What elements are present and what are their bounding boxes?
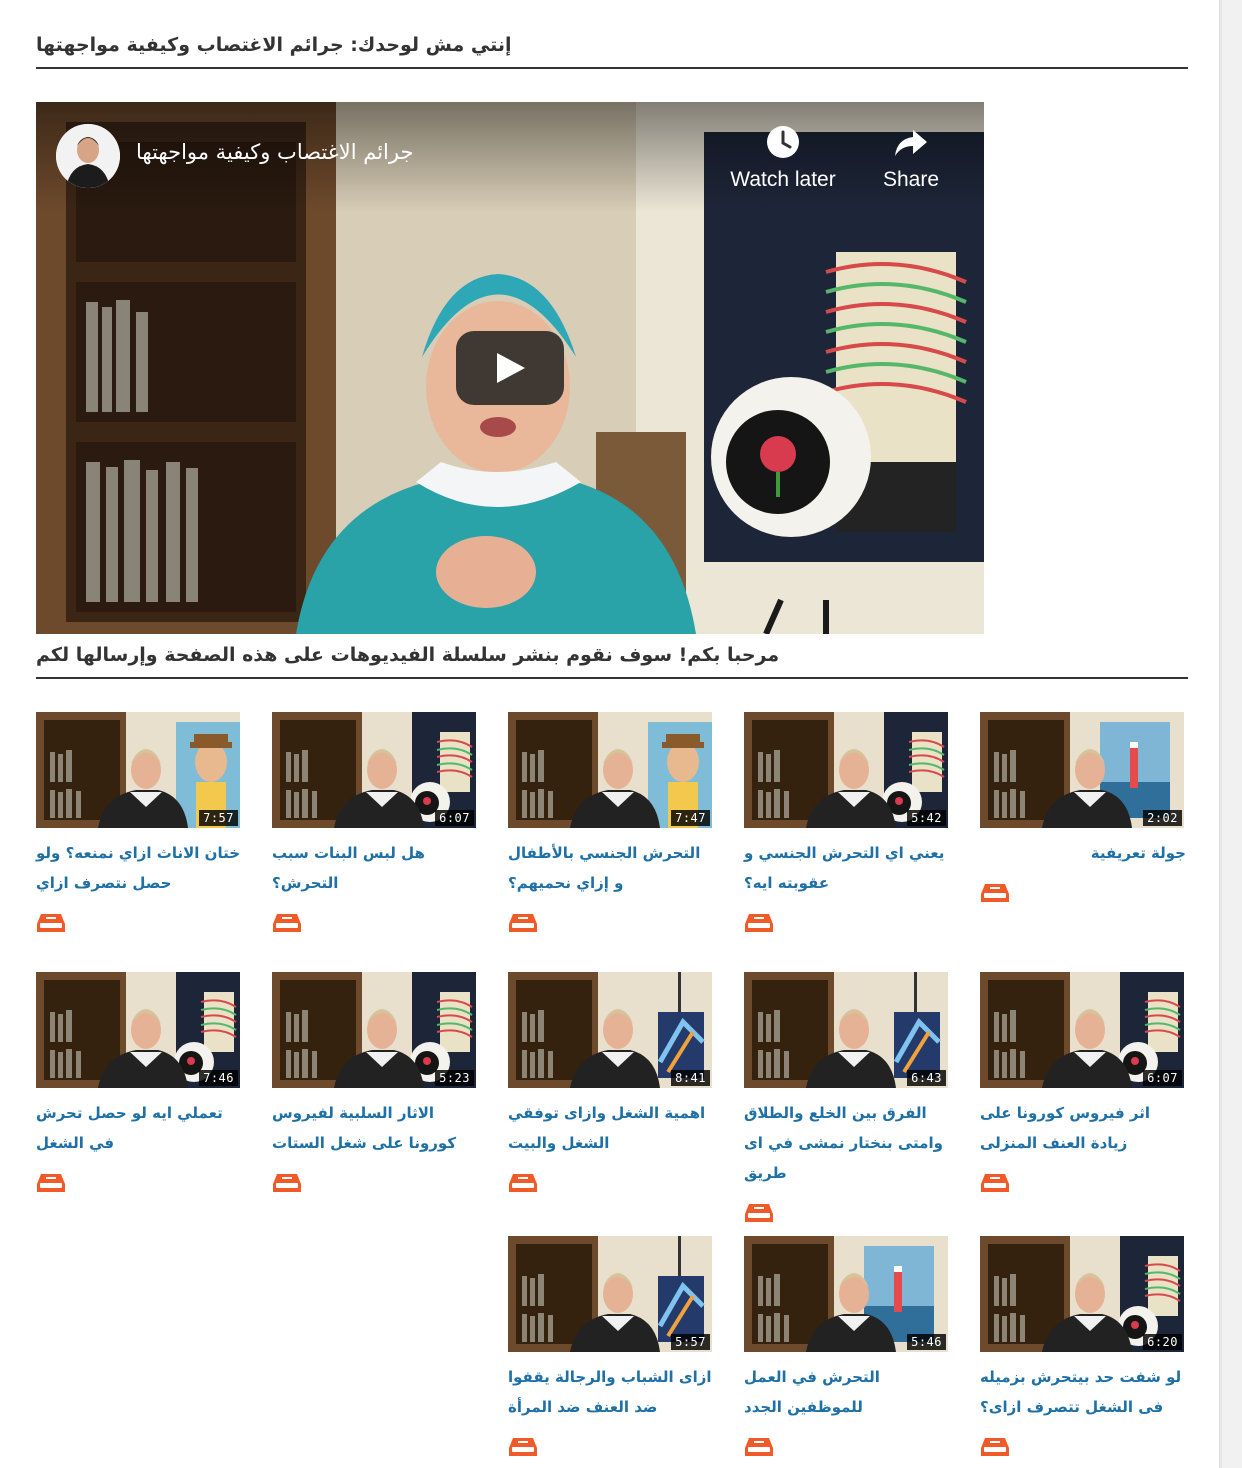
video-thumbnail[interactable]: 7:47 (508, 712, 712, 828)
inbox-icon[interactable] (36, 1172, 66, 1194)
video-thumbnail[interactable]: 7:57 (36, 712, 240, 828)
video-card[interactable]: 7:47 التحرش الجنسي بالأطفال و إزاي نحميهم… (508, 712, 714, 934)
video-thumbnail[interactable]: 8:41 (508, 972, 712, 1088)
video-title-link[interactable]: التحرش الجنسي بالأطفال و إزاي نحميهم؟ (508, 838, 714, 898)
watch-later-button[interactable]: Watch later (718, 124, 848, 192)
inbox-icon[interactable] (272, 1172, 302, 1194)
video-thumbnail[interactable]: 5:23 (272, 972, 476, 1088)
play-button[interactable] (456, 331, 564, 405)
video-thumbnail[interactable]: 2:02 (980, 712, 1184, 828)
video-duration: 8:41 (671, 1070, 710, 1086)
inbox-icon[interactable] (744, 1202, 774, 1224)
video-card[interactable]: 6:07 اثر فيروس كورونا على زيادة العنف الم… (980, 972, 1186, 1194)
inbox-icon[interactable] (508, 1436, 538, 1458)
video-title-link[interactable]: التحرش في العمل للموظفين الجدد (744, 1362, 950, 1422)
inbox-icon[interactable] (272, 912, 302, 934)
video-duration: 5:57 (671, 1334, 710, 1350)
video-thumbnail[interactable]: 6:43 (744, 972, 948, 1088)
share-arrow-icon (895, 130, 927, 156)
video-duration: 7:47 (671, 810, 710, 826)
watch-later-label: Watch later (730, 168, 836, 191)
video-duration: 7:46 (199, 1070, 238, 1086)
share-button[interactable]: Share (846, 124, 976, 192)
video-card[interactable]: 8:41 اهمية الشغل وازاى توفقي الشغل والبيت (508, 972, 714, 1194)
video-player[interactable]: جرائم الاغتصاب وكيفية مواجهتها Watch lat… (36, 102, 984, 634)
intro-divider (36, 677, 1188, 679)
video-card[interactable]: 6:43 الفرق بين الخلع والطلاق وامتى بنختار… (744, 972, 950, 1224)
video-title-link[interactable]: الفرق بين الخلع والطلاق وامتى بنختار نمش… (744, 1098, 950, 1188)
inbox-icon[interactable] (980, 1172, 1010, 1194)
video-thumbnail[interactable]: 5:46 (744, 1236, 948, 1352)
video-card[interactable]: 7:57 ختان الاناث ازاي نمنعه؟ ولو حصل نتصر… (36, 712, 242, 934)
video-duration: 6:20 (1143, 1334, 1182, 1350)
title-divider (36, 67, 1188, 69)
inbox-icon[interactable] (744, 912, 774, 934)
video-title-link[interactable]: جولة تعريفية (980, 838, 1186, 868)
video-card[interactable]: 6:07 هل لبس البنات سبب التحرش؟ (272, 712, 478, 934)
video-thumbnail[interactable]: 7:46 (36, 972, 240, 1088)
clock-icon (767, 126, 799, 158)
video-card[interactable]: 7:46 تعملي ايه لو حصل تحرش في الشغل (36, 972, 242, 1194)
video-card[interactable]: 2:02 جولة تعريفية (980, 712, 1186, 904)
video-thumbnail[interactable]: 6:07 (980, 972, 1184, 1088)
inbox-icon[interactable] (36, 912, 66, 934)
video-title-link[interactable]: يعني اي التحرش الجنسي و عقوبته ايه؟ (744, 838, 950, 898)
inbox-icon[interactable] (508, 1172, 538, 1194)
channel-avatar[interactable] (56, 124, 120, 188)
video-title-link[interactable]: ازاى الشباب والرجالة يقفوا ضد العنف ضد ا… (508, 1362, 714, 1422)
video-duration: 2:02 (1143, 810, 1182, 826)
video-title-link[interactable]: هل لبس البنات سبب التحرش؟ (272, 838, 478, 898)
page-title: إنتي مش لوحدك: جرائم الاغتصاب وكيفية موا… (36, 34, 512, 56)
play-icon (497, 353, 525, 383)
video-card[interactable]: 5:46 التحرش في العمل للموظفين الجدد (744, 1236, 950, 1458)
video-duration: 5:46 (907, 1334, 946, 1350)
inbox-icon[interactable] (744, 1436, 774, 1458)
inbox-icon[interactable] (508, 912, 538, 934)
video-duration: 6:43 (907, 1070, 946, 1086)
video-title[interactable]: جرائم الاغتصاب وكيفية مواجهتها (136, 138, 456, 166)
page-content: إنتي مش لوحدك: جرائم الاغتصاب وكيفية موا… (0, 0, 1220, 1468)
video-card[interactable]: 6:20 لو شفت حد بيتحرش بزميله فى الشغل تتص… (980, 1236, 1186, 1458)
video-thumbnail[interactable]: 5:57 (508, 1236, 712, 1352)
video-title-link[interactable]: تعملي ايه لو حصل تحرش في الشغل (36, 1098, 242, 1158)
video-title-link[interactable]: ختان الاناث ازاي نمنعه؟ ولو حصل نتصرف از… (36, 838, 242, 898)
video-duration: 6:07 (1143, 1070, 1182, 1086)
inbox-icon[interactable] (980, 882, 1010, 904)
video-duration: 5:42 (907, 810, 946, 826)
video-card[interactable]: 5:57 ازاى الشباب والرجالة يقفوا ضد العنف … (508, 1236, 714, 1458)
video-title-link[interactable]: لو شفت حد بيتحرش بزميله فى الشغل تتصرف ا… (980, 1362, 1186, 1422)
video-duration: 6:07 (435, 810, 474, 826)
video-card[interactable]: 5:23 الاثار السلبية لفيروس كورونا على شغل… (272, 972, 478, 1194)
intro-heading: مرحبا بكم! سوف نقوم بنشر سلسلة الفيديوها… (36, 644, 780, 666)
scrollbar[interactable] (1221, 0, 1242, 1468)
share-label: Share (882, 168, 940, 191)
video-thumbnail[interactable]: 5:42 (744, 712, 948, 828)
video-title-link[interactable]: الاثار السلبية لفيروس كورونا على شغل الس… (272, 1098, 478, 1158)
video-duration: 5:23 (435, 1070, 474, 1086)
video-card[interactable]: 5:42 يعني اي التحرش الجنسي و عقوبته ايه؟ (744, 712, 950, 934)
video-thumbnail[interactable]: 6:20 (980, 1236, 1184, 1352)
inbox-icon[interactable] (980, 1436, 1010, 1458)
video-title-link[interactable]: اثر فيروس كورونا على زيادة العنف المنزلى (980, 1098, 1186, 1158)
video-title-link[interactable]: اهمية الشغل وازاى توفقي الشغل والبيت (508, 1098, 714, 1158)
video-thumbnail[interactable]: 6:07 (272, 712, 476, 828)
video-duration: 7:57 (199, 810, 238, 826)
